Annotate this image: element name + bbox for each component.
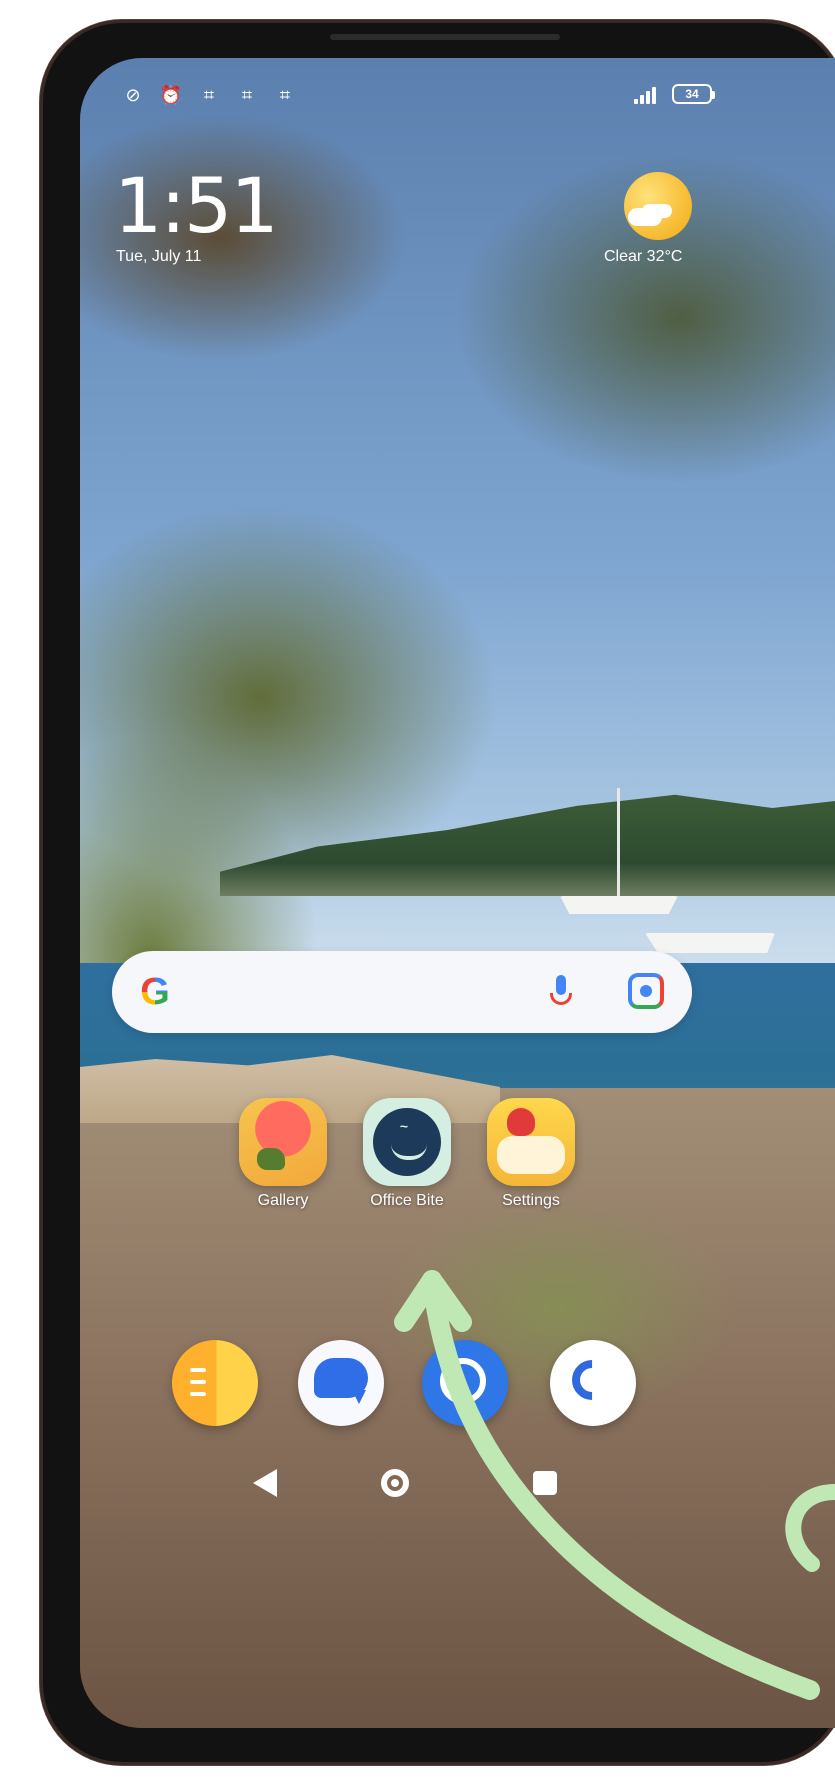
google-logo: G bbox=[132, 969, 178, 1015]
home-app-row: Gallery ~ Office Bite Settings bbox=[228, 1098, 608, 1238]
clock-time[interactable]: 1:51 bbox=[114, 168, 279, 244]
wallpaper-mast bbox=[617, 788, 620, 898]
weather-widget[interactable] bbox=[624, 172, 694, 242]
microphone-icon[interactable] bbox=[550, 975, 572, 1009]
steam-icon: ~ bbox=[399, 1118, 409, 1134]
recent-apps-icon bbox=[533, 1471, 557, 1495]
gallery-icon bbox=[239, 1098, 327, 1186]
app-label: Office Bite bbox=[370, 1192, 444, 1209]
alarm-icon: ⏰ bbox=[159, 84, 183, 105]
wallpaper-hills bbox=[220, 794, 835, 896]
settings-icon bbox=[487, 1098, 575, 1186]
weather-label[interactable]: Clear 32°C bbox=[604, 248, 682, 266]
home-icon bbox=[381, 1469, 409, 1497]
status-left-icons: ⊘ ⏰ ⌗ ⌗ ⌗ bbox=[122, 84, 296, 106]
wallpaper-boat bbox=[560, 896, 678, 914]
browser-icon bbox=[440, 1358, 486, 1404]
app-label: Gallery bbox=[257, 1192, 309, 1209]
microphone-body bbox=[556, 975, 566, 995]
notes-line bbox=[190, 1392, 206, 1396]
notes-line bbox=[190, 1380, 206, 1384]
notification-muted-icon: ⊘ bbox=[125, 84, 141, 105]
microphone-base bbox=[550, 993, 572, 1005]
battery-icon: 34 bbox=[672, 84, 715, 104]
cloud-icon bbox=[628, 208, 662, 226]
app-gallery[interactable]: Gallery bbox=[228, 1098, 338, 1210]
signal-status-icon: ⌗ bbox=[241, 84, 253, 105]
navigation-bar bbox=[220, 1458, 570, 1508]
back-icon bbox=[253, 1469, 277, 1497]
home-button[interactable] bbox=[370, 1458, 420, 1508]
office-bite-icon: ~ bbox=[363, 1098, 451, 1186]
app-office-bite[interactable]: ~ Office Bite bbox=[352, 1098, 462, 1210]
clock-date[interactable]: Tue, July 11 bbox=[116, 248, 201, 266]
cellular-signal-icon bbox=[634, 84, 662, 104]
dock bbox=[170, 1340, 670, 1440]
browser-app-button[interactable] bbox=[422, 1340, 508, 1426]
back-button[interactable] bbox=[240, 1458, 290, 1508]
app-label: Settings bbox=[502, 1192, 560, 1209]
notes-app-button[interactable] bbox=[172, 1340, 258, 1426]
app-settings[interactable]: Settings bbox=[476, 1098, 586, 1210]
notes-line bbox=[190, 1368, 206, 1372]
sun-icon bbox=[624, 172, 692, 240]
status-bar: ⊘ ⏰ ⌗ ⌗ ⌗ 34 bbox=[122, 84, 715, 116]
wallpaper-boat bbox=[645, 933, 775, 953]
phone-app-button[interactable] bbox=[550, 1340, 636, 1426]
google-lens-icon[interactable] bbox=[628, 973, 664, 1009]
battery-level: 34 bbox=[685, 87, 699, 101]
signal-status-icon: ⌗ bbox=[203, 84, 215, 105]
messages-app-button[interactable] bbox=[298, 1340, 384, 1426]
phone-icon bbox=[563, 1351, 621, 1409]
speaker-grille bbox=[330, 34, 560, 40]
signal-status-icon: ⌗ bbox=[279, 84, 291, 105]
recent-apps-button[interactable] bbox=[520, 1458, 570, 1508]
google-lens-center bbox=[640, 985, 652, 997]
google-search-bar[interactable]: G bbox=[112, 951, 692, 1033]
status-right-icons: 34 bbox=[634, 84, 715, 104]
